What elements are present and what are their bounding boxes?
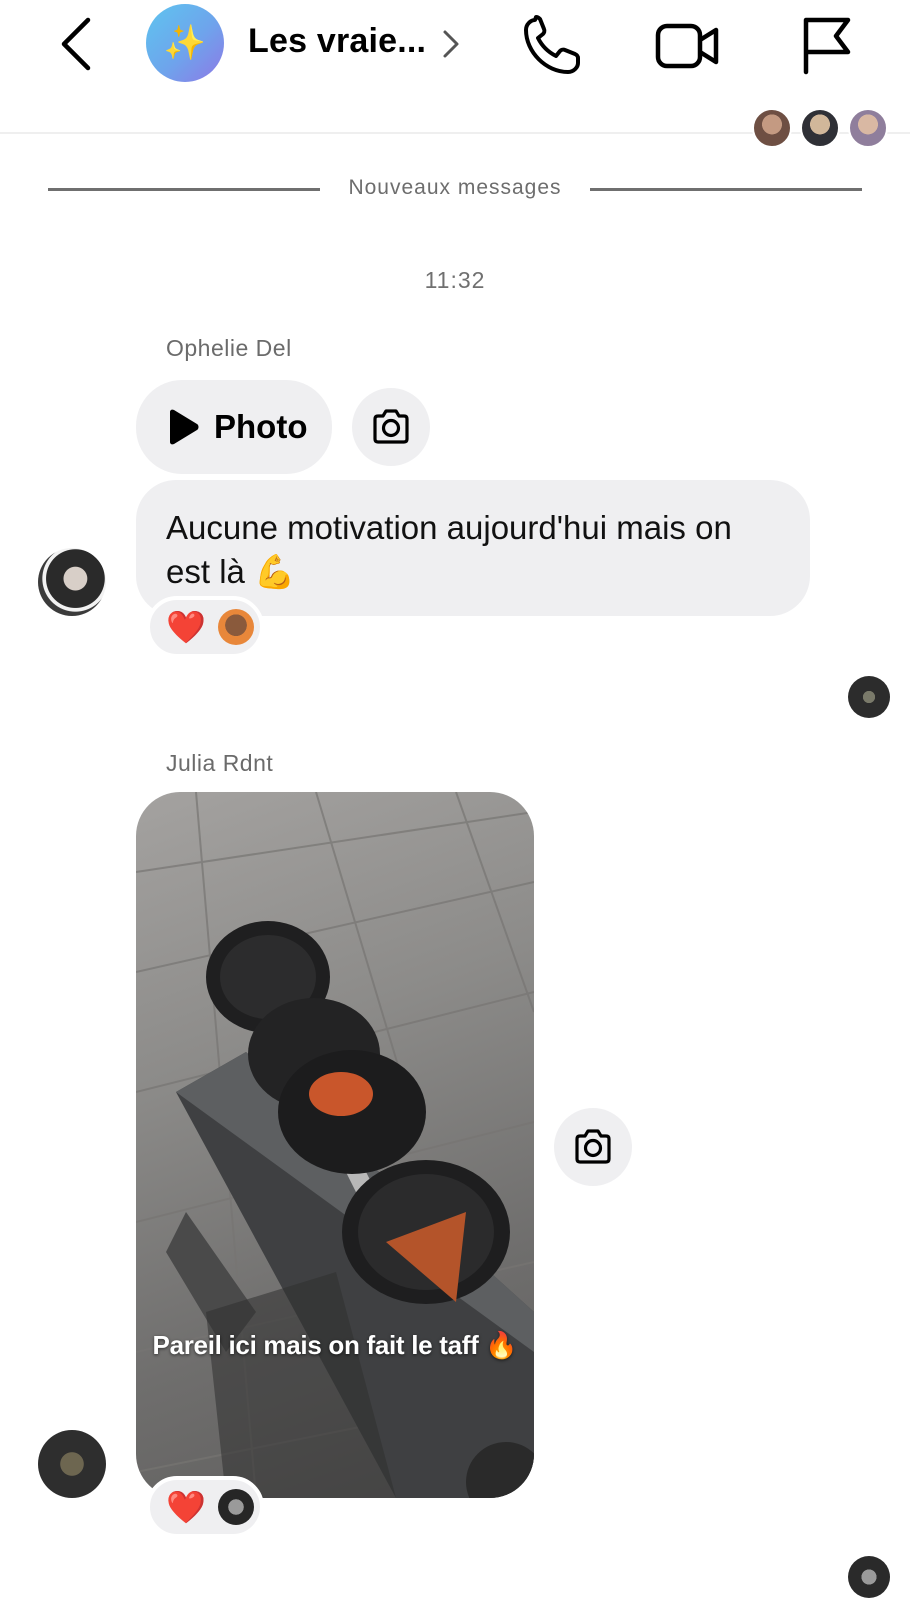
camera-reply-button[interactable] bbox=[352, 388, 430, 466]
flag-icon bbox=[803, 17, 851, 75]
sparkles-icon: ✨ bbox=[163, 24, 207, 62]
julia-avatar[interactable] bbox=[38, 1430, 106, 1498]
video-call-button[interactable] bbox=[652, 12, 722, 78]
group-title[interactable]: Les vraie... bbox=[248, 22, 426, 61]
seen-avatar bbox=[848, 676, 890, 718]
message-text: Aucune motivation aujourd'hui mais on es… bbox=[166, 509, 732, 590]
chevron-right-icon bbox=[443, 30, 459, 58]
message-timestamp: 11:32 bbox=[424, 267, 486, 293]
reactions-bar[interactable]: ❤️ bbox=[146, 1476, 264, 1538]
group-info-link[interactable] bbox=[437, 26, 463, 62]
camera-icon bbox=[575, 1129, 611, 1164]
ophelie-avatar[interactable] bbox=[38, 548, 106, 616]
reactor-avatar bbox=[217, 609, 254, 645]
video-camera-icon bbox=[655, 23, 719, 69]
seen-avatar bbox=[848, 108, 888, 148]
heart-reaction: ❤️ bbox=[166, 609, 206, 645]
back-chevron-icon bbox=[61, 17, 91, 71]
reactor-avatar bbox=[217, 1489, 254, 1525]
sender-name: Ophelie Del bbox=[166, 335, 292, 361]
shared-story-photo[interactable]: Pareil ici mais on fait le taff 🔥 bbox=[136, 792, 534, 1498]
group-avatar[interactable]: ✨ bbox=[146, 4, 224, 82]
dumbbells-photo bbox=[136, 792, 534, 1498]
reactions-bar[interactable]: ❤️ bbox=[146, 596, 264, 658]
sender-name: Julia Rdnt bbox=[166, 750, 274, 776]
story-caption: Pareil ici mais on fait le taff 🔥 bbox=[152, 1330, 518, 1360]
audio-call-button[interactable] bbox=[516, 12, 586, 78]
phone-icon bbox=[524, 15, 580, 74]
camera-reply-button[interactable] bbox=[554, 1108, 632, 1186]
heart-reaction: ❤️ bbox=[166, 1489, 206, 1525]
new-messages-label: Nouveaux messages bbox=[328, 176, 582, 199]
seen-avatar bbox=[848, 1556, 890, 1598]
new-messages-divider: Nouveaux messages bbox=[0, 176, 910, 200]
camera-icon bbox=[373, 409, 409, 444]
seen-avatar bbox=[800, 108, 840, 148]
report-button[interactable] bbox=[794, 12, 864, 78]
view-once-photo-button[interactable]: Photo bbox=[136, 380, 332, 474]
seen-avatar bbox=[752, 108, 792, 148]
back-button[interactable] bbox=[52, 14, 108, 74]
play-icon bbox=[170, 409, 199, 445]
photo-label: Photo bbox=[214, 408, 308, 445]
